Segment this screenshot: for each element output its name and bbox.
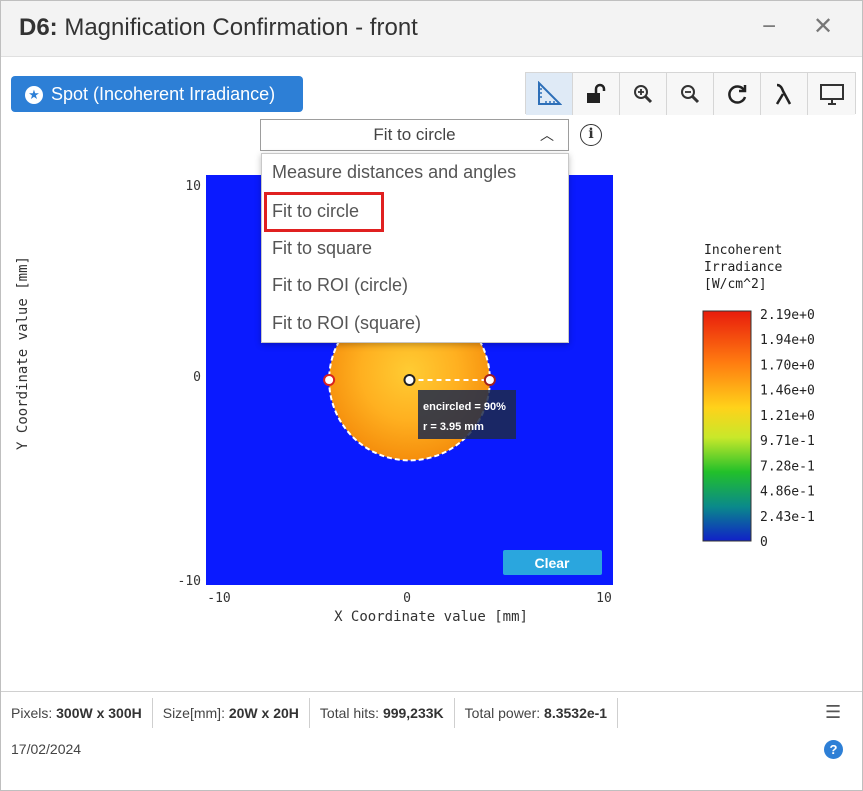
date-text: 17/02/2024 (11, 741, 82, 757)
colorbar-tick-label: 4.86e-1 (760, 485, 815, 500)
help-icon[interactable]: ? (824, 740, 843, 759)
colorbar-title-line: [W/cm^2] (704, 277, 767, 292)
y-tick-label: -10 (178, 574, 201, 589)
fit-mode-dropdown: Measure distances and angles Fit to circ… (261, 153, 569, 343)
power-stat: Total power: 8.3532e-1 (455, 698, 619, 728)
colorbar-tick-label: 1.46e+0 (760, 384, 815, 399)
y-tick-label: 0 (193, 370, 201, 385)
edge-handle[interactable] (323, 374, 336, 386)
status-bar: Pixels: 300W x 300H Size[mm]: 20W x 20H … (1, 697, 862, 729)
colorbar-tick-label: 0 (760, 535, 768, 550)
x-tick-label: 0 (403, 591, 411, 606)
colorbar-tick-label: 1.70e+0 (760, 358, 815, 373)
option-fit-circle[interactable]: Fit to circle (272, 201, 359, 222)
spot-diagram-plot: encircled = 90% r = 3.95 mm Clear 10 0 -… (15, 175, 815, 625)
radius-text: r = 3.95 mm (423, 421, 484, 433)
encircled-energy-text: encircled = 90% (423, 401, 506, 413)
y-axis-label: Y Coordinate value [mm] (15, 256, 31, 450)
x-axis-label: X Coordinate value [mm] (334, 609, 528, 625)
colorbar-tick-label: 2.19e+0 (760, 308, 815, 323)
analysis-window: D6: Magnification Confirmation - front −… (0, 0, 863, 791)
center-handle[interactable] (403, 374, 416, 386)
colorbar-tick-label: 7.28e-1 (760, 459, 815, 474)
x-tick-label: -10 (207, 591, 230, 606)
option-measure[interactable]: Measure distances and angles (272, 162, 516, 183)
hits-stat: Total hits: 999,233K (310, 698, 455, 728)
colorbar (702, 310, 752, 542)
clear-button[interactable]: Clear (503, 550, 602, 575)
colorbar-tick-label: 1.94e+0 (760, 333, 815, 348)
size-stat: Size[mm]: 20W x 20H (153, 698, 310, 728)
option-fit-roi-circle[interactable]: Fit to ROI (circle) (272, 275, 408, 296)
colorbar-title-line: Irradiance (704, 260, 782, 275)
colorbar-tick-label: 1.21e+0 (760, 409, 815, 424)
y-tick-label: 10 (185, 179, 201, 194)
x-tick-label: 10 (596, 591, 612, 606)
clear-button-label: Clear (534, 555, 570, 571)
colorbar-title-line: Incoherent (704, 243, 782, 258)
radius-handle[interactable] (483, 374, 496, 386)
hamburger-menu-icon[interactable]: ☰ (825, 702, 841, 723)
colorbar-tick-label: 2.43e-1 (760, 510, 815, 525)
pixels-stat: Pixels: 300W x 300H (1, 698, 153, 728)
option-fit-square[interactable]: Fit to square (272, 238, 372, 259)
option-fit-roi-square[interactable]: Fit to ROI (square) (272, 313, 421, 334)
footer-divider (1, 691, 862, 692)
colorbar-tick-label: 9.71e-1 (760, 434, 815, 449)
